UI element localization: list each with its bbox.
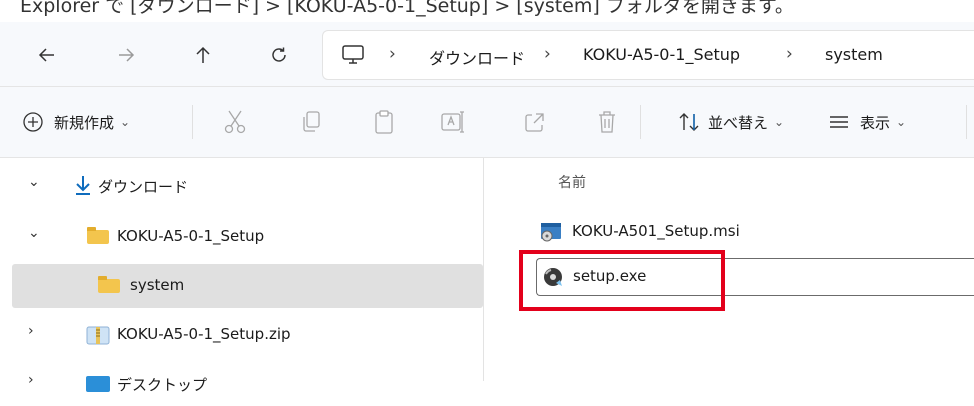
paste-icon [375, 110, 393, 134]
up-button[interactable] [188, 40, 218, 70]
breadcrumb-setup-folder[interactable]: KOKU-A5-0-1_Setup [583, 45, 740, 64]
forward-button[interactable] [111, 40, 141, 70]
chevron-down-icon: ⌄ [896, 115, 907, 129]
navigation-pane: ⌄ ダウンロード ⌄ KOKU-A5-0-1_Setup system › KO… [0, 158, 483, 394]
breadcrumb-system[interactable]: system [825, 45, 883, 64]
rename-button[interactable] [440, 109, 466, 135]
chevron-right-icon[interactable]: › [28, 372, 34, 388]
nav-item-label: デスクトップ [117, 376, 208, 394]
share-icon [525, 113, 544, 132]
msi-installer-icon [541, 223, 561, 242]
arrow-left-icon [38, 48, 54, 62]
paste-button[interactable] [371, 109, 397, 135]
sort-button[interactable]: 並べ替え ⌄ [678, 107, 784, 137]
nav-item-label: KOKU-A5-0-1_Setup.zip [117, 325, 291, 343]
breadcrumb-downloads[interactable]: ダウンロード [429, 45, 525, 69]
nav-item-setup-folder[interactable]: ⌄ KOKU-A5-0-1_Setup [0, 215, 483, 259]
view-list-icon [830, 116, 848, 128]
nav-item-setup-zip[interactable]: › KOKU-A5-0-1_Setup.zip [0, 313, 483, 357]
share-button[interactable] [522, 109, 548, 135]
plus-circle-icon [23, 112, 43, 132]
scissors-icon [224, 110, 246, 134]
trash-icon [599, 111, 615, 133]
divider [966, 105, 967, 139]
command-bar: 新規作成 ⌄ 並べ替え ⌄ 表示 ⌄ [0, 87, 974, 157]
chevron-down-icon: ⌄ [120, 115, 131, 129]
copy-icon [303, 111, 320, 132]
breadcrumb-separator: › [786, 44, 793, 64]
nav-item-label: ダウンロード [98, 178, 189, 196]
view-button-label: 表示 [860, 113, 891, 132]
chevron-down-icon: ⌄ [774, 115, 785, 129]
highlight-annotation-box [519, 250, 725, 311]
chevron-down-icon[interactable]: ⌄ [28, 225, 40, 241]
copy-button[interactable] [298, 109, 324, 135]
folder-icon [98, 276, 120, 293]
divider [640, 105, 641, 139]
chevron-down-icon[interactable]: ⌄ [28, 174, 40, 190]
refresh-button[interactable] [264, 40, 294, 70]
breadcrumb-separator: › [544, 44, 551, 64]
nav-item-desktop[interactable]: › デスクトップ [0, 362, 483, 406]
instruction-text: Explorer で [ダウンロード] > [KOKU-A5-0-1_Setup… [20, 0, 794, 17]
cut-button[interactable] [222, 109, 248, 135]
address-box[interactable]: › ダウンロード › KOKU-A5-0-1_Setup › system [322, 30, 974, 80]
sort-icon [679, 113, 699, 131]
monitor-icon [342, 45, 364, 64]
nav-item-system[interactable]: system [12, 264, 483, 308]
folder-icon [87, 227, 109, 244]
download-arrow-icon [76, 176, 90, 195]
new-button-label: 新規作成 [54, 113, 115, 132]
chevron-right-icon[interactable]: › [28, 323, 34, 339]
column-header-name[interactable]: 名前 [558, 172, 586, 192]
refresh-icon [272, 47, 286, 62]
instruction-text-strip: Explorer で [ダウンロード] > [KOKU-A5-0-1_Setup… [0, 0, 974, 22]
breadcrumb-separator: › [389, 44, 396, 64]
nav-item-label: KOKU-A5-0-1_Setup [117, 227, 265, 245]
file-name: KOKU-A501_Setup.msi [572, 222, 740, 240]
sort-button-label: 並べ替え [708, 113, 769, 132]
address-toolbar: › ダウンロード › KOKU-A5-0-1_Setup › system [0, 22, 974, 86]
back-button[interactable] [32, 40, 62, 70]
desktop-icon [86, 376, 110, 392]
rename-icon [441, 111, 464, 133]
view-button[interactable]: 表示 ⌄ [828, 107, 906, 137]
nav-item-label: system [130, 276, 185, 294]
zip-folder-icon [86, 326, 110, 345]
arrow-right-icon [119, 48, 135, 62]
nav-item-downloads[interactable]: ⌄ ダウンロード [0, 164, 483, 208]
divider [192, 105, 193, 139]
new-button[interactable]: 新規作成 ⌄ [22, 107, 130, 137]
delete-button[interactable] [594, 109, 620, 135]
file-item-msi[interactable]: KOKU-A501_Setup.msi [536, 214, 974, 250]
arrow-up-icon [196, 46, 210, 63]
